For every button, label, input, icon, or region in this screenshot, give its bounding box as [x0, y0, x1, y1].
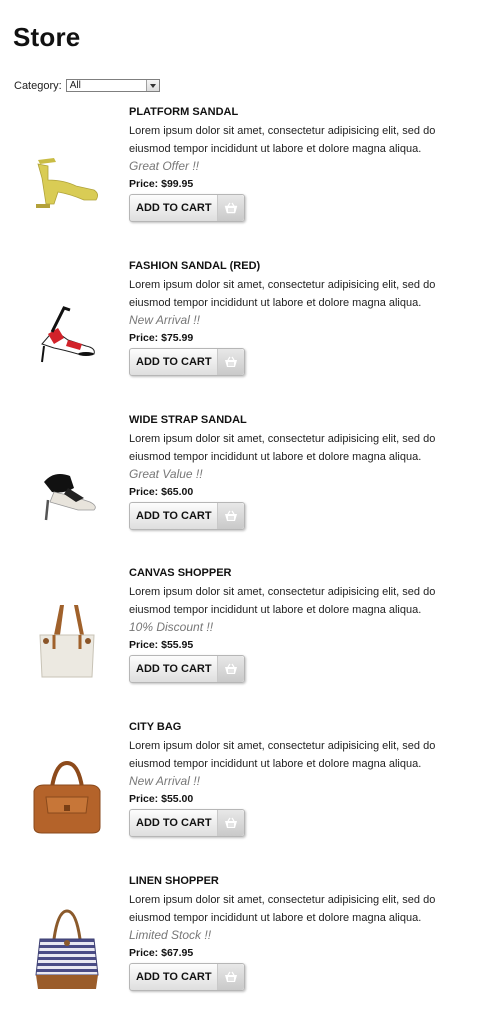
- add-to-cart-button[interactable]: ADD TO CART: [129, 809, 245, 837]
- product-price: Price: $65.00: [129, 486, 194, 498]
- product-item: LINEN SHOPPER Lorem ipsum dolor sit amet…: [0, 873, 483, 1027]
- product-name[interactable]: LINEN SHOPPER: [129, 873, 469, 889]
- brown-leather-city-bag-image: [33, 760, 101, 834]
- add-to-cart-label: ADD TO CART: [136, 971, 212, 983]
- cart-icon: [217, 810, 244, 836]
- cart-icon: [217, 964, 244, 990]
- product-name[interactable]: PLATFORM SANDAL: [129, 104, 469, 120]
- striped-linen-shopper-image: [35, 909, 99, 989]
- product-price: Price: $99.95: [129, 178, 194, 190]
- product-name[interactable]: CANVAS SHOPPER: [129, 565, 469, 581]
- category-filter: Category: All: [14, 79, 160, 92]
- product-item: CITY BAG Lorem ipsum dolor sit amet, con…: [0, 719, 483, 873]
- product-name[interactable]: WIDE STRAP SANDAL: [129, 412, 469, 428]
- add-to-cart-button[interactable]: ADD TO CART: [129, 194, 245, 222]
- add-to-cart-button[interactable]: ADD TO CART: [129, 655, 245, 683]
- product-description: Lorem ipsum dolor sit amet, consectetur …: [129, 586, 436, 616]
- product-item: WIDE STRAP SANDAL Lorem ipsum dolor sit …: [0, 412, 483, 566]
- product-item: CANVAS SHOPPER Lorem ipsum dolor sit ame…: [0, 565, 483, 719]
- add-to-cart-label: ADD TO CART: [136, 356, 212, 368]
- add-to-cart-label: ADD TO CART: [136, 817, 212, 829]
- product-description: Lorem ipsum dolor sit amet, consectetur …: [129, 279, 436, 309]
- category-select-value: All: [69, 80, 81, 91]
- product-offer: New Arrival !!: [129, 774, 200, 788]
- category-label: Category:: [14, 79, 62, 92]
- product-name[interactable]: CITY BAG: [129, 719, 469, 735]
- category-select[interactable]: All: [65, 79, 160, 92]
- product-offer: New Arrival !!: [129, 313, 200, 327]
- add-to-cart-label: ADD TO CART: [136, 202, 212, 214]
- product-description: Lorem ipsum dolor sit amet, consectetur …: [129, 894, 436, 924]
- product-offer: Great Value !!: [129, 467, 203, 481]
- product-offer: Limited Stock !!: [129, 928, 212, 942]
- canvas-tote-bag-image: [39, 605, 95, 678]
- add-to-cart-label: ADD TO CART: [136, 510, 212, 522]
- add-to-cart-label: ADD TO CART: [136, 663, 212, 675]
- black-wide-strap-sandal-image: [44, 474, 96, 521]
- chevron-down-icon[interactable]: [145, 80, 159, 91]
- product-item: PLATFORM SANDAL Lorem ipsum dolor sit am…: [0, 104, 483, 258]
- product-description: Lorem ipsum dolor sit amet, consectetur …: [129, 433, 436, 463]
- cart-icon: [217, 195, 244, 221]
- add-to-cart-button[interactable]: ADD TO CART: [129, 502, 245, 530]
- add-to-cart-button[interactable]: ADD TO CART: [129, 348, 245, 376]
- product-item: FASHION SANDAL (RED) Lorem ipsum dolor s…: [0, 258, 483, 412]
- yellow-platform-sandal-image: [36, 158, 98, 208]
- product-price: Price: $75.99: [129, 332, 194, 344]
- product-offer: Great Offer !!: [129, 159, 200, 173]
- page-title: Store: [13, 22, 81, 52]
- red-strappy-sandal-image: [41, 306, 95, 363]
- product-price: Price: $55.00: [129, 793, 194, 805]
- product-price: Price: $67.95: [129, 947, 194, 959]
- cart-icon: [217, 349, 244, 375]
- product-name[interactable]: FASHION SANDAL (RED): [129, 258, 469, 274]
- product-description: Lorem ipsum dolor sit amet, consectetur …: [129, 740, 436, 770]
- add-to-cart-button[interactable]: ADD TO CART: [129, 963, 245, 991]
- product-description: Lorem ipsum dolor sit amet, consectetur …: [129, 125, 436, 155]
- product-offer: 10% Discount !!: [129, 620, 214, 634]
- cart-icon: [217, 656, 244, 682]
- product-price: Price: $55.95: [129, 639, 194, 651]
- cart-icon: [217, 503, 244, 529]
